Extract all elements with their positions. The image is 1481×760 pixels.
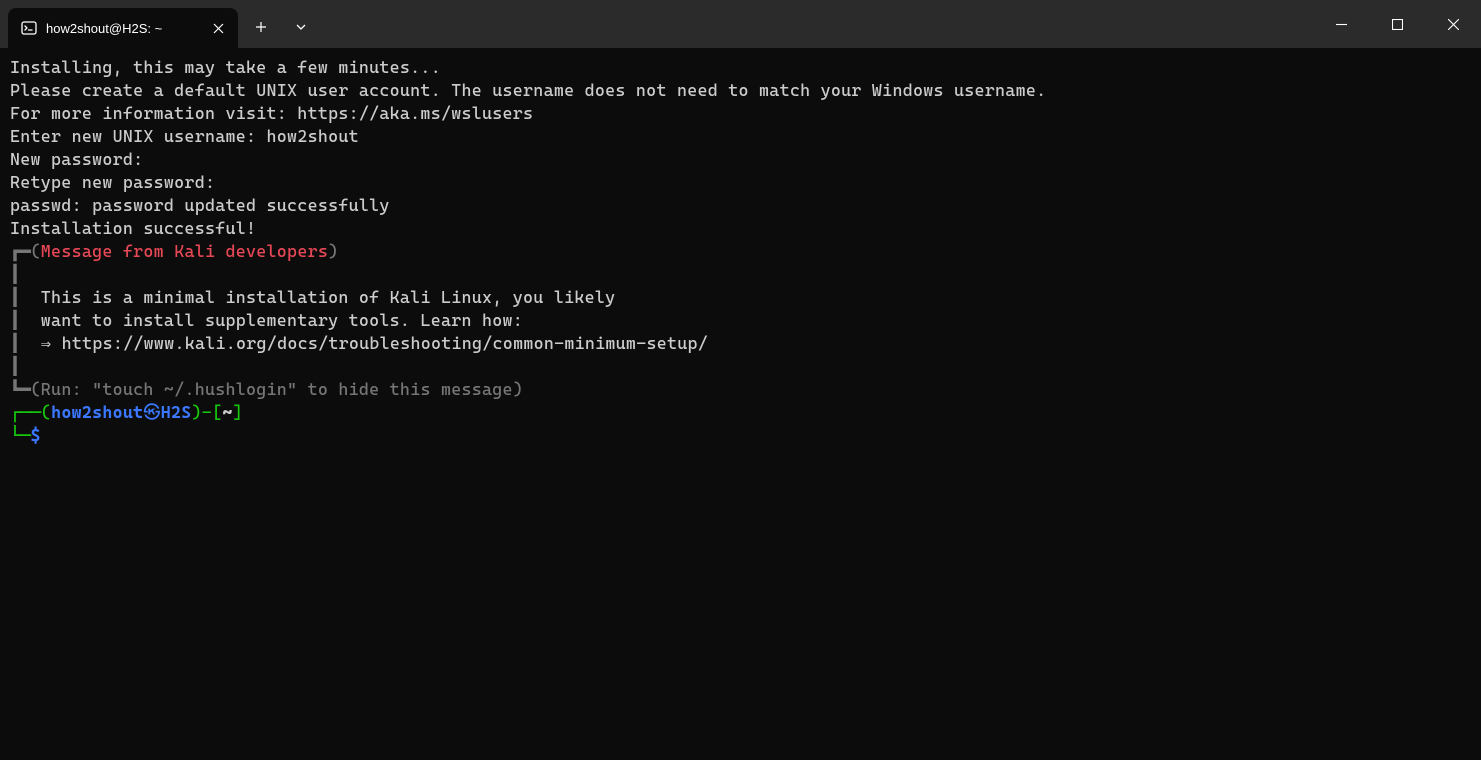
message-box-line: ┃ want to install supplementary tools. L… bbox=[10, 309, 1471, 332]
prompt-bracket: ] bbox=[233, 402, 243, 422]
output-line: Installing, this may take a few minutes.… bbox=[10, 56, 1471, 79]
paren: ( bbox=[31, 379, 41, 399]
message-box-line: ┃ bbox=[10, 263, 1471, 286]
prompt-separator: ㉿ bbox=[143, 402, 160, 422]
prompt-bracket: [ bbox=[212, 402, 222, 422]
tab-close-button[interactable] bbox=[204, 14, 232, 42]
message-box-bottom: ┗━(Run: "touch ~/.hushlogin" to hide thi… bbox=[10, 378, 1471, 401]
prompt-dash: - bbox=[202, 402, 212, 422]
message-box-top: ┏━(Message from Kali developers) bbox=[10, 240, 1471, 263]
message-link: ⇒ https://www.kali.org/docs/troubleshoot… bbox=[20, 333, 708, 353]
minimize-button[interactable] bbox=[1313, 0, 1369, 48]
message-text: want to install supplementary tools. Lea… bbox=[20, 310, 523, 330]
box-border: ┏━ bbox=[10, 241, 31, 261]
output-line: passwd: password updated successfully bbox=[10, 194, 1471, 217]
prompt-paren: ( bbox=[41, 402, 51, 422]
message-box-line: ┃ ⇒ https://www.kali.org/docs/troublesho… bbox=[10, 332, 1471, 355]
tab-region: how2shout@H2S: ~ bbox=[0, 0, 238, 48]
prompt-host: H2S bbox=[161, 402, 192, 422]
prompt-line-2: └─$ bbox=[10, 424, 1471, 447]
window-drag-region[interactable] bbox=[324, 0, 1313, 48]
box-border: ┗━ bbox=[10, 379, 31, 399]
terminal-output[interactable]: Installing, this may take a few minutes.… bbox=[0, 48, 1481, 760]
output-line: Installation successful! bbox=[10, 217, 1471, 240]
output-line: Please create a default UNIX user accoun… bbox=[10, 79, 1471, 102]
prompt-symbol: $ bbox=[31, 425, 41, 445]
prompt-user: how2shout bbox=[51, 402, 143, 422]
entered-username: how2shout bbox=[267, 126, 359, 146]
prompt-line-1: ┌──(how2shout㉿H2S)-[~] bbox=[10, 401, 1471, 424]
box-border: ┃ bbox=[10, 264, 20, 284]
message-box-line: ┃ bbox=[10, 355, 1471, 378]
message-header: Message from Kali developers bbox=[41, 241, 328, 261]
maximize-button[interactable] bbox=[1369, 0, 1425, 48]
terminal-tab[interactable]: how2shout@H2S: ~ bbox=[8, 8, 238, 48]
new-tab-button[interactable] bbox=[242, 8, 280, 46]
paren: ) bbox=[513, 379, 523, 399]
window-controls bbox=[1313, 0, 1481, 48]
prompt-paren: ) bbox=[192, 402, 202, 422]
close-button[interactable] bbox=[1425, 0, 1481, 48]
message-footer: Run: "touch ~/.hushlogin" to hide this m… bbox=[41, 379, 513, 399]
message-text: This is a minimal installation of Kali L… bbox=[20, 287, 615, 307]
tab-actions bbox=[238, 0, 324, 48]
box-border: ┃ bbox=[10, 333, 20, 353]
tab-title: how2shout@H2S: ~ bbox=[46, 21, 196, 36]
output-line: Enter new UNIX username: how2shout bbox=[10, 125, 1471, 148]
output-line: For more information visit: https://aka.… bbox=[10, 102, 1471, 125]
titlebar: how2shout@H2S: ~ bbox=[0, 0, 1481, 48]
prompt-path: ~ bbox=[222, 402, 232, 422]
message-box-line: ┃ This is a minimal installation of Kali… bbox=[10, 286, 1471, 309]
paren: ( bbox=[31, 241, 41, 261]
box-border: ┃ bbox=[10, 356, 20, 376]
output-text: Enter new UNIX username: bbox=[10, 126, 267, 146]
prompt-border: └─ bbox=[10, 425, 31, 445]
paren: ) bbox=[328, 241, 338, 261]
terminal-icon bbox=[20, 19, 38, 37]
box-border: ┃ bbox=[10, 310, 20, 330]
box-border: ┃ bbox=[10, 287, 20, 307]
tab-dropdown-button[interactable] bbox=[282, 8, 320, 46]
output-line: Retype new password: bbox=[10, 171, 1471, 194]
prompt-border: ┌── bbox=[10, 402, 41, 422]
output-line: New password: bbox=[10, 148, 1471, 171]
